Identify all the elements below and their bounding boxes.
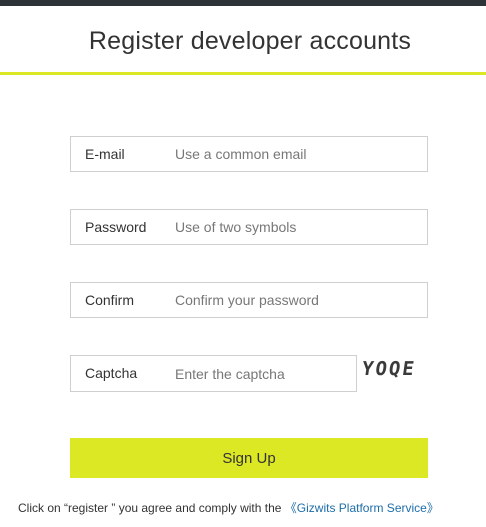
email-row: E-mail (70, 136, 428, 172)
page-title: Register developer accounts (88, 27, 412, 55)
password-label: Password (85, 219, 147, 235)
captcha-label: Captcha (85, 365, 138, 381)
confirm-row: Confirm (70, 282, 428, 318)
terms-link[interactable]: 《Gizwits Platform Service》 (285, 501, 439, 515)
password-input[interactable] (175, 210, 415, 244)
confirm-label: Confirm (85, 292, 135, 308)
captcha-row: Captcha (70, 355, 357, 392)
title-divider (0, 72, 486, 75)
terms-notice: Click on “register ” you agree and compl… (18, 499, 486, 516)
email-label: E-mail (85, 146, 125, 162)
captcha-image[interactable]: YOQE (360, 356, 434, 382)
email-input[interactable] (175, 137, 415, 171)
confirm-password-input[interactable] (175, 283, 415, 317)
top-bar (0, 0, 486, 6)
sign-up-button[interactable]: Sign Up (70, 438, 428, 478)
captcha-input[interactable] (175, 356, 345, 391)
password-row: Password (70, 209, 428, 245)
terms-notice-text: Click on “register ” you agree and compl… (18, 501, 285, 515)
